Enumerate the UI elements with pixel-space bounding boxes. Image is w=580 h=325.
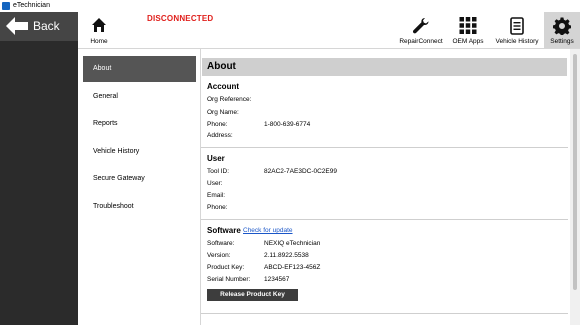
back-label: Back	[33, 19, 60, 33]
address-label: Address:	[207, 132, 233, 139]
left-rail: Back	[0, 12, 78, 325]
document-icon	[510, 17, 524, 35]
menu-item-troubleshoot[interactable]: Troubleshoot	[83, 194, 196, 220]
user-phone-label: Phone:	[207, 204, 228, 211]
tool-id-value: 82AC2-7AE3DC-0C2E99	[264, 168, 337, 175]
software-label: Software:	[207, 240, 235, 247]
home-icon	[92, 18, 106, 32]
back-button[interactable]: Back	[0, 12, 78, 41]
vertical-scrollbar[interactable]	[570, 49, 580, 325]
back-arrow-icon	[6, 17, 28, 35]
menu-item-general[interactable]: General	[83, 84, 196, 110]
section-divider	[201, 219, 568, 220]
home-button[interactable]: Home	[84, 12, 114, 48]
serial-number-value: 1234567	[264, 276, 290, 283]
org-reference-label: Org Reference:	[207, 96, 252, 103]
section-divider	[201, 147, 568, 148]
connection-status: DISCONNECTED	[147, 14, 214, 23]
account-phone-value: 1-800-639-6774	[264, 121, 311, 128]
wrench-icon	[412, 18, 429, 34]
oem-apps-button[interactable]: OEM Apps	[450, 12, 486, 48]
vehicle-history-button[interactable]: Vehicle History	[492, 12, 542, 48]
toolbar: Home DISCONNECTED RepairConnect OEM Apps…	[78, 12, 580, 49]
gear-icon	[553, 17, 571, 35]
email-label: Email:	[207, 192, 226, 199]
app-grid-icon	[459, 17, 477, 34]
version-value: 2.11.8922.5538	[264, 252, 309, 259]
software-title: Software	[207, 226, 241, 235]
release-product-key-button[interactable]: Release Product Key	[207, 289, 298, 301]
window-title: eTechnician	[13, 2, 50, 9]
settings-menu: About General Reports Vehicle History Se…	[78, 49, 201, 325]
user-title: User	[207, 154, 225, 163]
about-panel: About Account Org Reference: Org Name: P…	[201, 49, 568, 325]
check-for-update-link[interactable]: Check for update	[243, 227, 293, 234]
settings-button[interactable]: Settings	[544, 12, 580, 48]
org-name-label: Org Name:	[207, 109, 239, 116]
oem-apps-label: OEM Apps	[452, 38, 484, 45]
version-label: Version:	[207, 252, 231, 259]
about-title: About	[207, 61, 236, 72]
product-key-label: Product Key:	[207, 264, 245, 271]
software-value: NEXIQ eTechnician	[264, 240, 321, 247]
user-label: User:	[207, 180, 223, 187]
tool-id-label: Tool ID:	[207, 168, 230, 175]
about-header: About	[202, 58, 567, 76]
home-label: Home	[90, 38, 108, 45]
settings-label: Settings	[550, 38, 574, 45]
vehicle-history-label: Vehicle History	[495, 38, 539, 45]
scrollbar-thumb[interactable]	[573, 54, 577, 290]
menu-item-about[interactable]: About	[83, 56, 196, 82]
menu-item-reports[interactable]: Reports	[83, 111, 196, 137]
section-divider	[201, 313, 568, 314]
menu-item-vehicle-history[interactable]: Vehicle History	[83, 139, 196, 165]
account-title: Account	[207, 82, 239, 91]
window-titlebar: eTechnician	[0, 0, 580, 12]
serial-number-label: Serial Number:	[207, 276, 251, 283]
product-key-value: ABCD-EF123-456Z	[264, 264, 321, 271]
menu-item-secure-gateway[interactable]: Secure Gateway	[83, 166, 196, 192]
repairconnect-button[interactable]: RepairConnect	[393, 12, 449, 48]
account-phone-label: Phone:	[207, 121, 228, 128]
repairconnect-label: RepairConnect	[399, 38, 443, 45]
app-icon	[2, 2, 10, 10]
